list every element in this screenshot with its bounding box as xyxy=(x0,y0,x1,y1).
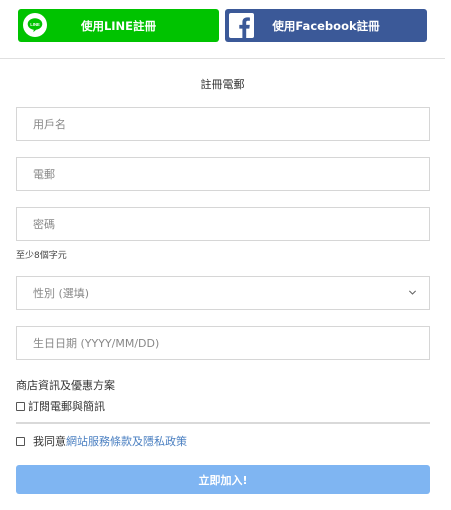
join-now-label: 立即加入! xyxy=(198,473,248,487)
social-signup-row: LINE 使用LINE註冊 使用Facebook註冊 xyxy=(18,9,427,42)
line-logo-text: LINE xyxy=(30,22,40,27)
line-signup-button[interactable]: LINE 使用LINE註冊 xyxy=(18,9,219,42)
gender-placeholder: 性別 (選填) xyxy=(33,287,90,300)
terms-divider xyxy=(16,422,430,424)
password-hint: 至少8個字元 xyxy=(16,251,67,261)
gender-select[interactable]: 性別 (選填) xyxy=(16,276,430,310)
subscribe-checkbox[interactable] xyxy=(16,401,25,411)
username-placeholder: 用戶名 xyxy=(33,118,66,131)
chevron-down-icon xyxy=(408,290,417,295)
terms-prefix: 我同意 xyxy=(33,435,66,448)
line-signup-label: 使用LINE註冊 xyxy=(80,18,157,33)
facebook-signup-button[interactable]: 使用Facebook註冊 xyxy=(225,9,427,42)
terms-checkbox[interactable] xyxy=(16,436,25,446)
subscribe-label: 訂閱電郵與簡訊 xyxy=(28,400,105,413)
join-now-button[interactable]: 立即加入! xyxy=(16,465,430,494)
subscribe-option: 訂閱電郵與簡訊 xyxy=(16,398,105,414)
section-divider xyxy=(0,58,445,59)
form-title: 註冊電郵 xyxy=(200,78,245,91)
facebook-logo-icon xyxy=(229,13,254,38)
promo-section-title: 商店資訊及優惠方案 xyxy=(16,379,115,392)
terms-link[interactable]: 網站服務條款及隱私政策 xyxy=(66,433,187,449)
username-field[interactable]: 用戶名 xyxy=(16,107,430,141)
password-placeholder: 密碼 xyxy=(33,218,55,231)
line-logo-icon: LINE xyxy=(23,13,47,37)
birthday-placeholder: 生日日期 (YYYY/MM/DD) xyxy=(33,337,160,350)
terms-option: 我同意 網站服務條款及隱私政策 xyxy=(16,433,187,449)
facebook-signup-label: 使用Facebook註冊 xyxy=(272,18,380,33)
email-field[interactable]: 電郵 xyxy=(16,157,430,191)
password-field[interactable]: 密碼 xyxy=(16,207,430,241)
email-placeholder: 電郵 xyxy=(33,168,55,181)
birthday-field[interactable]: 生日日期 (YYYY/MM/DD) xyxy=(16,326,430,360)
